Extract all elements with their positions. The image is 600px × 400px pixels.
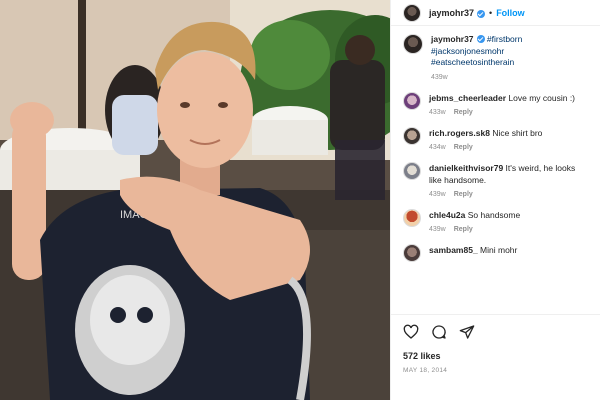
reply-button[interactable]: Reply [454, 144, 473, 151]
comment-text: So handsome [467, 209, 521, 220]
author-avatar[interactable] [403, 3, 421, 22]
comment-time: 439w [429, 190, 446, 198]
reply-button[interactable]: Reply [454, 109, 473, 116]
reply-button[interactable]: Reply [454, 226, 473, 233]
comment-username[interactable]: chle4u2a [429, 210, 465, 220]
comment-username[interactable]: rich.rogers.sk8 [429, 128, 490, 138]
comment-time: 434w [429, 143, 446, 151]
comment-text: Love my cousin :) [508, 92, 576, 103]
verified-badge-icon [477, 9, 486, 18]
commenter-avatar[interactable] [403, 126, 421, 145]
commenter-avatar[interactable] [403, 91, 421, 110]
post-photo[interactable]: IMAGINE DRA [0, 0, 390, 400]
post-date: MAY 18, 2014 [403, 367, 448, 374]
comment-row: jebms_cheerleader Love my cousin :) 433w… [403, 91, 590, 116]
comment-row: rich.rogers.sk8 Nice shirt bro 434w Reply [403, 126, 590, 151]
comment-text: Nice shirt bro [492, 127, 543, 138]
comment-time: 433w [429, 108, 446, 116]
comment-username[interactable]: danielkeithvisor79 [429, 163, 503, 173]
caption-time: 439w [431, 73, 448, 81]
comment-username[interactable]: jebms_cheerleader [429, 93, 506, 103]
header-separator: • [489, 7, 493, 18]
post-actions: 572 likes MAY 18, 2014 [391, 314, 600, 400]
comment-row: chle4u2a So handsome 439w Reply [403, 208, 590, 233]
hashtag-link[interactable]: #jacksonjonesmohr [431, 46, 504, 56]
post-sidebar: jaymohr37 • Follow jaymohr37 #firstborn … [390, 0, 600, 400]
author-username[interactable]: jaymohr37 [429, 8, 474, 18]
share-icon[interactable] [459, 324, 475, 340]
caption: jaymohr37 #firstborn #jacksonjonesmohr #… [403, 34, 590, 81]
verified-badge-icon [476, 35, 485, 43]
caption-avatar[interactable] [403, 34, 423, 54]
commenter-avatar[interactable] [403, 161, 421, 180]
comment-text: Mini mohr [480, 244, 518, 255]
photo-illustration: IMAGINE DRA [0, 0, 390, 400]
caption-username[interactable]: jaymohr37 [431, 34, 474, 44]
comment-icon[interactable] [431, 324, 447, 340]
hashtag-link[interactable]: #firstborn [487, 34, 522, 44]
follow-button[interactable]: Follow [496, 8, 525, 18]
comments-list: jaymohr37 #firstborn #jacksonjonesmohr #… [391, 26, 600, 262]
comment-time: 439w [429, 225, 446, 233]
post-header: jaymohr37 • Follow [391, 0, 600, 26]
reply-button[interactable]: Reply [454, 191, 473, 198]
comment-row: danielkeithvisor79 It's weird, he looks … [403, 161, 590, 198]
comment-username[interactable]: sambam85_ [429, 245, 478, 255]
like-count[interactable]: 572 likes [403, 351, 589, 361]
commenter-avatar[interactable] [403, 208, 421, 227]
comment-row: sambam85_ Mini mohr [403, 243, 590, 262]
commenter-avatar[interactable] [403, 243, 421, 262]
heart-icon[interactable] [403, 324, 419, 340]
hashtag-link[interactable]: #eatscheetosintherain [431, 57, 514, 67]
